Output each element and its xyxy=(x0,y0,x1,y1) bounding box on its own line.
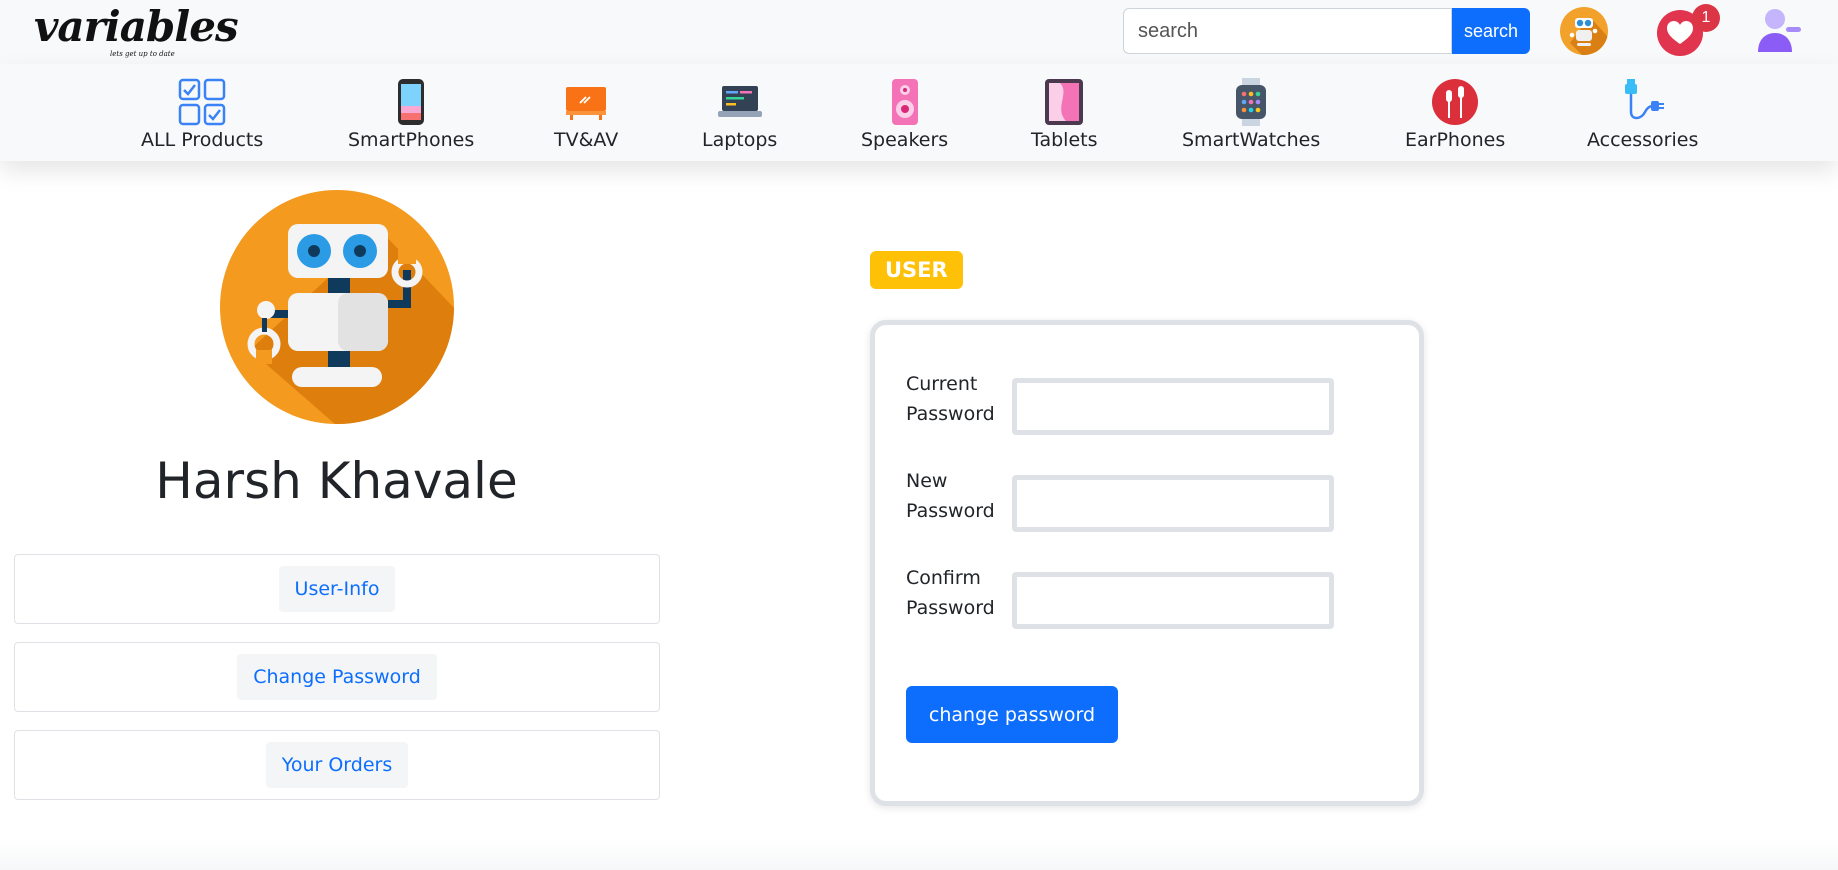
user-info-link[interactable]: User-Info xyxy=(278,566,396,612)
wishlist-button[interactable]: 1 xyxy=(1656,4,1720,56)
new-password-label: New Password xyxy=(906,466,1006,526)
label-line: Current xyxy=(906,373,978,395)
confirm-password-input[interactable] xyxy=(1012,572,1334,629)
tv-icon xyxy=(562,78,610,126)
category-label: Laptops xyxy=(702,129,778,151)
category-nav: ALL Products SmartPhones TV&AV Laptops S… xyxy=(0,64,1838,161)
category-accessories[interactable]: Accessories xyxy=(1587,78,1698,151)
side-menu-item-change-password: Change Password xyxy=(14,642,660,712)
category-label: SmartWatches xyxy=(1182,129,1321,151)
robot-avatar-icon[interactable] xyxy=(1560,7,1608,55)
confirm-password-label: Confirm Password xyxy=(906,563,1006,623)
current-password-row: Current Password xyxy=(906,369,1376,435)
label-line: Password xyxy=(906,500,995,522)
profile-name: Harsh Khavale xyxy=(155,452,518,510)
robot-avatar-icon xyxy=(247,224,454,424)
change-password-button[interactable]: change password xyxy=(906,686,1118,743)
brand-name: variables xyxy=(34,2,239,51)
search-input[interactable] xyxy=(1123,8,1452,54)
label-line: Password xyxy=(906,403,995,425)
smartphone-icon xyxy=(387,78,435,126)
change-password-link[interactable]: Change Password xyxy=(237,654,437,700)
side-menu-item-your-orders: Your Orders xyxy=(14,730,660,800)
label-line: Password xyxy=(906,597,995,619)
role-badge: USER xyxy=(870,251,963,289)
category-tablets[interactable]: Tablets xyxy=(1031,78,1097,151)
charger-cable-icon xyxy=(1619,78,1667,126)
page-footer-shade xyxy=(0,840,1838,870)
your-orders-link[interactable]: Your Orders xyxy=(265,742,409,788)
top-navbar: variables lets get up to date search 1 xyxy=(0,0,1838,64)
user-profile-icon[interactable] xyxy=(1754,6,1804,56)
category-label: Accessories xyxy=(1587,129,1699,151)
category-tv-av[interactable]: TV&AV xyxy=(554,78,618,151)
category-smartwatches[interactable]: SmartWatches xyxy=(1182,78,1320,151)
speaker-icon xyxy=(881,78,929,126)
label-line: Confirm xyxy=(906,567,981,589)
category-label: EarPhones xyxy=(1405,129,1506,151)
search-button[interactable]: search xyxy=(1452,8,1530,54)
current-password-label: Current Password xyxy=(906,369,1006,429)
wishlist-count-badge: 1 xyxy=(1692,4,1720,32)
change-password-form: Current Password New Password Confirm Pa… xyxy=(870,320,1424,806)
category-all-products[interactable]: ALL Products xyxy=(141,78,263,151)
new-password-input[interactable] xyxy=(1012,475,1334,532)
new-password-row: New Password xyxy=(906,466,1376,532)
earphones-icon xyxy=(1431,78,1479,126)
tablet-icon xyxy=(1040,78,1088,126)
category-smartphones[interactable]: SmartPhones xyxy=(348,78,474,151)
brand-logo[interactable]: variables lets get up to date xyxy=(34,2,254,62)
category-earphones[interactable]: EarPhones xyxy=(1405,78,1505,151)
side-menu-item-user-info: User-Info xyxy=(14,554,660,624)
label-line: New xyxy=(906,470,948,492)
category-label: Tablets xyxy=(1031,129,1098,151)
current-password-input[interactable] xyxy=(1012,378,1334,435)
profile-avatar xyxy=(220,190,454,424)
category-speakers[interactable]: Speakers xyxy=(861,78,948,151)
category-label: SmartPhones xyxy=(348,129,475,151)
category-label: ALL Products xyxy=(141,129,264,151)
brand-tagline: lets get up to date xyxy=(110,50,175,58)
laptop-icon xyxy=(716,78,764,126)
category-laptops[interactable]: Laptops xyxy=(702,78,777,151)
smartwatch-icon xyxy=(1227,78,1275,126)
category-label: Speakers xyxy=(861,129,949,151)
confirm-password-row: Confirm Password xyxy=(906,563,1376,629)
category-label: TV&AV xyxy=(554,129,619,151)
search-form: search xyxy=(1123,8,1530,54)
grid-checklist-icon xyxy=(178,78,226,126)
